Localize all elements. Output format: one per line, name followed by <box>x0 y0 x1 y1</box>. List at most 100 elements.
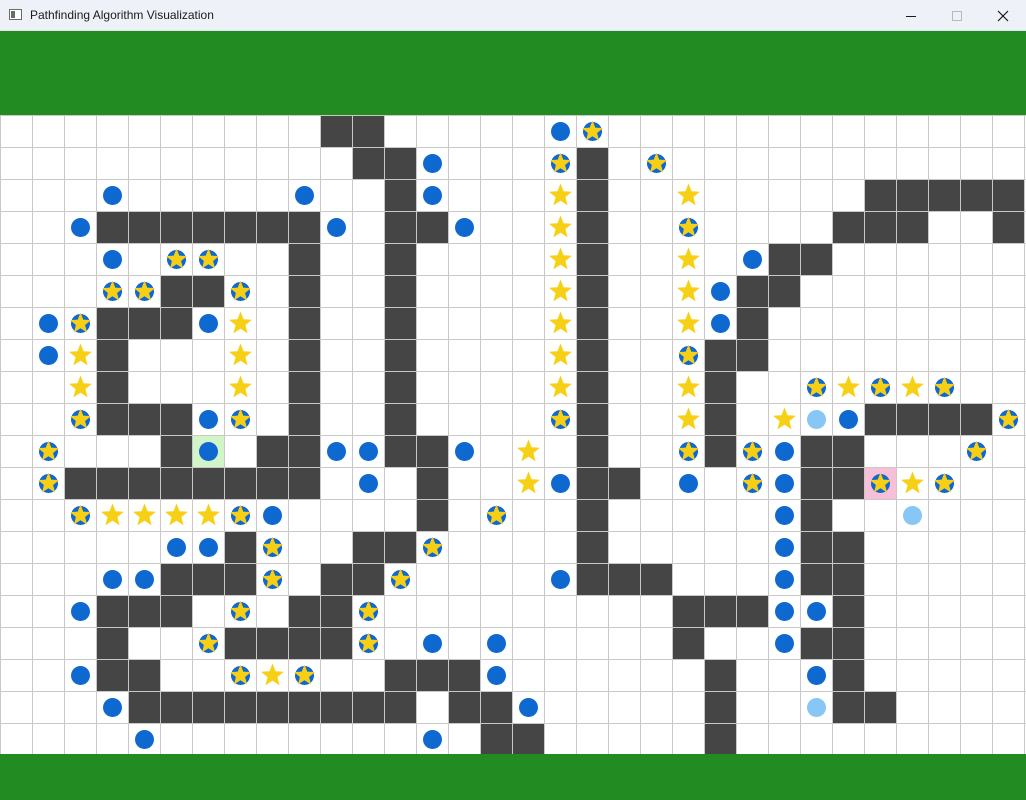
wall-cell[interactable] <box>385 659 417 691</box>
wall-cell[interactable] <box>449 691 481 723</box>
grid-canvas[interactable] <box>0 115 1026 754</box>
wall-cell[interactable] <box>705 435 737 467</box>
wall-cell[interactable] <box>577 499 609 531</box>
wall-cell[interactable] <box>321 563 353 595</box>
wall-cell[interactable] <box>257 627 289 659</box>
wall-cell[interactable] <box>289 691 321 723</box>
wall-cell[interactable] <box>577 435 609 467</box>
wall-cell[interactable] <box>225 691 257 723</box>
wall-cell[interactable] <box>577 211 609 243</box>
wall-cell[interactable] <box>737 275 769 307</box>
wall-cell[interactable] <box>161 563 193 595</box>
wall-cell[interactable] <box>289 307 321 339</box>
wall-cell[interactable] <box>97 403 129 435</box>
wall-cell[interactable] <box>289 339 321 371</box>
wall-cell[interactable] <box>321 627 353 659</box>
wall-cell[interactable] <box>577 179 609 211</box>
wall-cell[interactable] <box>417 659 449 691</box>
wall-cell[interactable] <box>449 659 481 691</box>
wall-cell[interactable] <box>385 307 417 339</box>
wall-cell[interactable] <box>289 211 321 243</box>
wall-cell[interactable] <box>577 531 609 563</box>
wall-cell[interactable] <box>161 691 193 723</box>
wall-cell[interactable] <box>385 243 417 275</box>
wall-cell[interactable] <box>705 691 737 723</box>
wall-cell[interactable] <box>225 627 257 659</box>
wall-cell[interactable] <box>97 371 129 403</box>
wall-cell[interactable] <box>801 467 833 499</box>
wall-cell[interactable] <box>321 115 353 147</box>
wall-cell[interactable] <box>673 595 705 627</box>
wall-cell[interactable] <box>833 595 865 627</box>
wall-cell[interactable] <box>833 531 865 563</box>
wall-cell[interactable] <box>417 211 449 243</box>
wall-cell[interactable] <box>577 147 609 179</box>
wall-cell[interactable] <box>577 467 609 499</box>
wall-cell[interactable] <box>577 371 609 403</box>
wall-cell[interactable] <box>897 179 929 211</box>
wall-cell[interactable] <box>353 563 385 595</box>
wall-cell[interactable] <box>577 403 609 435</box>
wall-cell[interactable] <box>705 371 737 403</box>
wall-cell[interactable] <box>385 691 417 723</box>
wall-cell[interactable] <box>833 435 865 467</box>
wall-cell[interactable] <box>289 435 321 467</box>
wall-cell[interactable] <box>161 307 193 339</box>
wall-cell[interactable] <box>865 691 897 723</box>
wall-cell[interactable] <box>193 211 225 243</box>
wall-cell[interactable] <box>929 403 961 435</box>
wall-cell[interactable] <box>129 403 161 435</box>
wall-cell[interactable] <box>833 659 865 691</box>
wall-cell[interactable] <box>161 211 193 243</box>
wall-cell[interactable] <box>577 339 609 371</box>
wall-cell[interactable] <box>737 339 769 371</box>
wall-cell[interactable] <box>737 595 769 627</box>
wall-cell[interactable] <box>737 307 769 339</box>
wall-cell[interactable] <box>289 595 321 627</box>
wall-cell[interactable] <box>353 147 385 179</box>
wall-cell[interactable] <box>897 403 929 435</box>
wall-cell[interactable] <box>833 211 865 243</box>
wall-cell[interactable] <box>385 435 417 467</box>
wall-cell[interactable] <box>705 659 737 691</box>
wall-cell[interactable] <box>929 179 961 211</box>
wall-cell[interactable] <box>769 243 801 275</box>
wall-cell[interactable] <box>385 339 417 371</box>
wall-cell[interactable] <box>193 563 225 595</box>
wall-cell[interactable] <box>385 275 417 307</box>
close-button[interactable] <box>980 0 1026 31</box>
wall-cell[interactable] <box>961 179 993 211</box>
wall-cell[interactable] <box>129 307 161 339</box>
wall-cell[interactable] <box>193 275 225 307</box>
wall-cell[interactable] <box>97 467 129 499</box>
wall-cell[interactable] <box>161 435 193 467</box>
wall-cell[interactable] <box>705 595 737 627</box>
wall-cell[interactable] <box>161 595 193 627</box>
wall-cell[interactable] <box>385 211 417 243</box>
wall-cell[interactable] <box>289 275 321 307</box>
wall-cell[interactable] <box>161 275 193 307</box>
wall-cell[interactable] <box>257 691 289 723</box>
wall-cell[interactable] <box>801 627 833 659</box>
wall-cell[interactable] <box>289 243 321 275</box>
wall-cell[interactable] <box>257 211 289 243</box>
wall-cell[interactable] <box>65 467 97 499</box>
wall-cell[interactable] <box>577 275 609 307</box>
wall-cell[interactable] <box>193 691 225 723</box>
wall-cell[interactable] <box>353 531 385 563</box>
wall-cell[interactable] <box>225 211 257 243</box>
wall-cell[interactable] <box>801 531 833 563</box>
wall-cell[interactable] <box>705 723 737 754</box>
wall-cell[interactable] <box>577 563 609 595</box>
wall-cell[interactable] <box>353 115 385 147</box>
wall-cell[interactable] <box>97 211 129 243</box>
wall-cell[interactable] <box>417 435 449 467</box>
wall-cell[interactable] <box>289 467 321 499</box>
wall-cell[interactable] <box>993 211 1025 243</box>
wall-cell[interactable] <box>609 467 641 499</box>
wall-cell[interactable] <box>97 307 129 339</box>
wall-cell[interactable] <box>97 627 129 659</box>
wall-cell[interactable] <box>481 723 513 754</box>
wall-cell[interactable] <box>257 435 289 467</box>
wall-cell[interactable] <box>385 371 417 403</box>
